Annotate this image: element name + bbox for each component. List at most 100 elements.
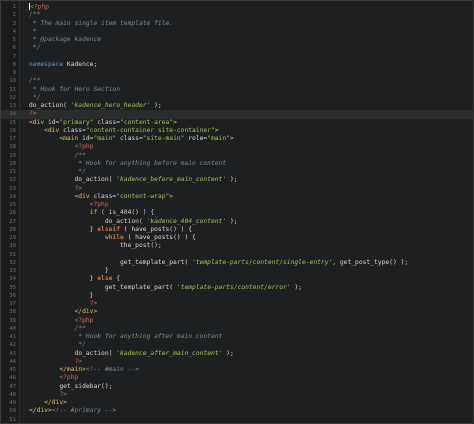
code-text: ?> — [29, 358, 83, 366]
code-token: </div> — [29, 407, 52, 415]
code-line[interactable]: 39 <?php — [1, 317, 473, 325]
line-number: 31 — [9, 251, 16, 258]
code-line[interactable]: 34 } else { — [1, 275, 473, 283]
code-line[interactable]: 37 ?> — [1, 300, 473, 308]
code-line[interactable]: 13 do_action( 'kadence_hero_header' ); — [1, 102, 473, 110]
code-line[interactable]: 9 — [1, 69, 473, 77]
code-token: do_action( — [29, 349, 117, 357]
code-line[interactable]: 41 * Hook for anything after main conten… — [1, 333, 473, 341]
code-token: namespace — [29, 60, 64, 68]
code-line[interactable]: 31 — [1, 251, 473, 259]
code-line[interactable]: 8 namespace Kadence; — [1, 61, 473, 69]
code-line[interactable]: 4 * — [1, 28, 473, 36]
code-token: * Hook for anything before main content — [29, 159, 227, 167]
code-line[interactable]: 23 ?> — [1, 185, 473, 193]
code-line[interactable]: 11 * Hook for Hero Section — [1, 86, 473, 94]
code-token: , get_post_type() ); — [332, 258, 409, 266]
code-token: * @package kadence — [29, 36, 102, 43]
code-token: the_post(); — [29, 242, 162, 250]
code-token: <!-- #primary --> — [51, 407, 117, 415]
code-line[interactable]: 29 while ( have_posts() ) { — [1, 234, 473, 242]
code-line[interactable]: 30 the_post(); — [1, 242, 473, 250]
line-number: 39 — [9, 317, 16, 324]
code-line[interactable]: 10 /** — [1, 77, 473, 85]
code-line[interactable]: 7 — [1, 53, 473, 61]
line-number: 40 — [9, 325, 16, 332]
code-line[interactable]: 45 </main><!-- #main --> — [1, 366, 473, 374]
code-text: </main><!-- #main --> — [29, 366, 139, 374]
code-token: ); — [290, 283, 302, 291]
code-token: "content-container site-container" — [85, 126, 215, 134]
code-token: 'kadence_after_main_content' — [116, 349, 223, 357]
code-line[interactable]: 22 do_action( 'kadence_before_main_conte… — [1, 176, 473, 184]
code-text: /** — [29, 77, 40, 85]
code-token: else — [97, 275, 113, 283]
code-line[interactable]: 44 ?> — [1, 358, 473, 366]
code-line[interactable]: 49 </div> — [1, 399, 473, 407]
code-editor[interactable]: 1 <?php 2/** 3 * The main single item templ… — [0, 0, 474, 424]
code-token: <div — [74, 192, 94, 200]
code-line[interactable]: 32 get_template_part( 'template-parts/co… — [1, 259, 473, 267]
line-number: 26 — [9, 210, 16, 217]
code-text: * The main single item template file. — [29, 20, 173, 28]
code-line[interactable]: 21 */ — [1, 168, 473, 176]
code-token: id= — [82, 135, 94, 142]
code-line[interactable]: 25 <?php — [1, 201, 473, 209]
line-number: 37 — [9, 301, 16, 307]
code-line[interactable]: 2 /** — [1, 11, 473, 19]
code-line[interactable]: 17 <main id="main" class="site-main" rol… — [1, 135, 473, 143]
code-line[interactable]: 16 <div class="content-container site-co… — [1, 127, 473, 135]
line-number: 50 — [9, 408, 16, 415]
code-token: role= — [184, 135, 208, 142]
code-line[interactable]: 18 <?php — [1, 143, 473, 151]
code-line[interactable]: 40 /** — [1, 325, 473, 333]
code-line[interactable]: 24 <div class="content-wrap"> — [1, 193, 473, 201]
code-line[interactable]: 19 /** — [1, 152, 473, 160]
code-text: * Hook for anything before main content — [29, 160, 226, 168]
code-text: ?> — [29, 110, 37, 118]
code-line[interactable]: 47 get_sidebar(); — [1, 383, 473, 391]
code-token: <?php — [74, 143, 94, 151]
line-number: 27 — [9, 218, 16, 225]
line-number: 41 — [9, 334, 16, 340]
code-text: } elseif ( have_posts() ) { — [29, 226, 192, 234]
code-token: { — [112, 275, 121, 283]
code-line[interactable]: 14 ?> — [1, 110, 473, 119]
code-line[interactable]: 48 ?> — [1, 391, 473, 399]
code-line[interactable]: 51 — [1, 416, 473, 424]
code-token: ); — [150, 102, 162, 109]
code-line[interactable]: 27 do_action( 'kadence_404_content' ); — [1, 218, 473, 226]
code-line[interactable]: 46 <?php — [1, 374, 473, 382]
code-line[interactable]: 28 } elseif ( have_posts() ) { — [1, 226, 473, 234]
code-token: <div — [44, 126, 64, 134]
code-line[interactable]: 20 * Hook for anything before main conte… — [1, 160, 473, 168]
code-line[interactable]: 43 do_action( 'kadence_after_main_conten… — [1, 350, 473, 358]
code-line[interactable]: 38 </div> — [1, 308, 473, 316]
code-line[interactable]: 12 */ — [1, 94, 473, 102]
code-token: class= — [93, 192, 117, 200]
line-number: 18 — [9, 144, 16, 151]
code-line[interactable]: 6 */ — [1, 44, 473, 52]
code-token: > — [169, 192, 174, 200]
code-lines[interactable]: 1 <?php 2/** 3 * The main single item templ… — [1, 3, 473, 424]
code-token: /** — [29, 11, 41, 19]
code-token: class= — [93, 118, 121, 126]
code-line[interactable]: 50 </div><!-- #primary --> — [1, 407, 473, 415]
code-line[interactable]: 26 if ( is_404() ) { — [1, 209, 473, 217]
code-line[interactable]: 36 } — [1, 292, 473, 300]
code-token: 'kadence_404_content' — [146, 217, 227, 225]
line-number: 14 — [9, 111, 16, 118]
line-number: 43 — [9, 350, 16, 357]
code-line[interactable]: 15 <div id="primary" class="content-area"… — [1, 119, 473, 127]
code-line[interactable]: 1 <?php — [1, 3, 473, 11]
code-line[interactable]: 35 get_template_part( 'template-parts/co… — [1, 284, 473, 292]
code-line[interactable]: 33 } — [1, 267, 473, 275]
code-text: namespace Kadence; — [29, 61, 97, 69]
code-line[interactable]: 3 * The main single item template file. — [1, 20, 473, 28]
code-line[interactable]: 5 * @package kadence — [1, 36, 473, 44]
code-text: */ — [29, 94, 41, 102]
code-line[interactable]: 42 */ — [1, 341, 473, 349]
